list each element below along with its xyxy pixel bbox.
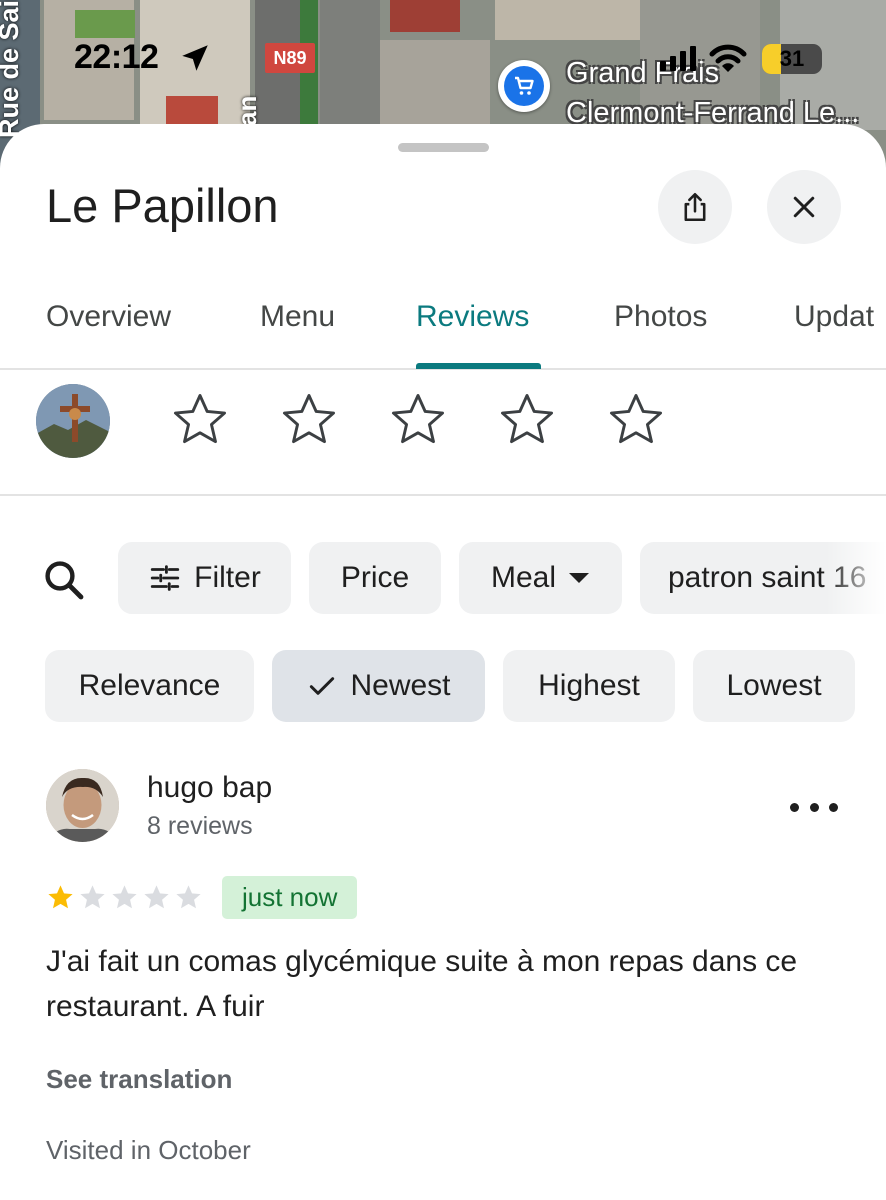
close-button[interactable] — [767, 170, 841, 244]
shopping-cart-icon — [515, 76, 534, 95]
chip-fade — [826, 542, 886, 614]
sort-lowest-label: Lowest — [726, 669, 822, 702]
page: Rue de Sai an N89 Grand Frais Clermont-F… — [0, 0, 886, 1200]
rate-star-1-icon[interactable] — [168, 388, 232, 452]
cell-signal-icon — [660, 46, 696, 71]
review-text: J'ai fait un comas glycémique suite à mo… — [46, 945, 798, 1023]
battery-indicator: 31 — [762, 44, 822, 74]
tab-overview[interactable]: Overview — [46, 300, 171, 334]
tab-bar: Overview Menu Reviews Photos Updat — [0, 284, 886, 370]
filter-chip-label: Filter — [194, 561, 261, 594]
avatar-image — [36, 384, 110, 458]
reviewer-review-count: 8 reviews — [147, 812, 253, 840]
filter-chip[interactable]: Filter — [118, 542, 291, 614]
poi-pin[interactable] — [498, 60, 550, 112]
drag-handle[interactable] — [398, 143, 489, 152]
active-tab-indicator — [416, 363, 541, 369]
star-filled-icon — [48, 885, 73, 909]
filter-sliders-icon — [150, 565, 180, 591]
road-badge: N89 — [265, 43, 315, 73]
map-street-label: Rue de Sai — [0, 0, 24, 138]
rate-star-5-icon[interactable] — [604, 388, 668, 452]
location-arrow-icon — [182, 45, 208, 71]
reviewer-avatar[interactable] — [46, 769, 119, 842]
status-time: 22:12 — [74, 38, 159, 76]
sort-newest-label: Newest — [350, 669, 451, 702]
star-empty-icon — [176, 885, 201, 909]
star-empty-icon — [144, 885, 169, 909]
rate-star-4-icon[interactable] — [495, 388, 559, 452]
wifi-icon — [709, 44, 747, 72]
check-icon — [310, 677, 335, 695]
map-park — [75, 10, 135, 38]
battery-level: 31 — [779, 46, 805, 71]
star-empty-icon — [80, 885, 105, 909]
avatar-image — [46, 769, 119, 842]
share-icon — [684, 192, 706, 222]
map-street-label: an — [232, 95, 262, 126]
visited-date: Visited in October — [46, 1135, 251, 1165]
rate-place-row — [0, 370, 886, 496]
topic-chip[interactable]: patron saint 16 — [640, 542, 886, 614]
more-vert-icon[interactable] — [790, 792, 838, 822]
map-roof — [166, 96, 218, 126]
rate-star-2-icon[interactable] — [277, 388, 341, 452]
see-translation-link[interactable]: See translation — [46, 1064, 232, 1095]
meal-chip[interactable]: Meal — [459, 542, 622, 614]
meal-chip-label: Meal — [490, 561, 557, 594]
dropdown-arrow-icon — [569, 573, 590, 583]
map-building — [380, 40, 490, 130]
map-building — [495, 0, 655, 40]
tab-reviews[interactable]: Reviews — [416, 300, 529, 334]
star-empty-icon — [112, 885, 137, 909]
sort-highest-label: Highest — [538, 669, 640, 702]
user-avatar[interactable] — [36, 384, 110, 458]
share-button[interactable] — [658, 170, 732, 244]
tab-updates[interactable]: Updat — [794, 300, 874, 334]
review-rating — [46, 883, 203, 912]
place-sheet: Le Papillon Overview Menu Reviews Photos… — [0, 124, 886, 1200]
sort-relevance-chip[interactable]: Relevance — [45, 650, 254, 722]
search-icon[interactable] — [40, 556, 88, 604]
price-chip-label: Price — [340, 561, 410, 594]
sort-relevance-label: Relevance — [78, 669, 221, 702]
tab-menu[interactable]: Menu — [260, 300, 335, 334]
sort-lowest-chip[interactable]: Lowest — [693, 650, 855, 722]
sort-newest-chip[interactable]: Newest — [272, 650, 485, 722]
tab-photos[interactable]: Photos — [614, 300, 707, 334]
place-title: Le Papillon — [46, 179, 279, 232]
close-icon — [793, 196, 815, 218]
map-roof — [390, 0, 460, 32]
sort-highest-chip[interactable]: Highest — [503, 650, 675, 722]
time-badge: just now — [222, 876, 358, 919]
price-chip[interactable]: Price — [309, 542, 441, 614]
rate-star-3-icon[interactable] — [386, 388, 450, 452]
reviewer-name[interactable]: hugo bap — [147, 771, 272, 805]
